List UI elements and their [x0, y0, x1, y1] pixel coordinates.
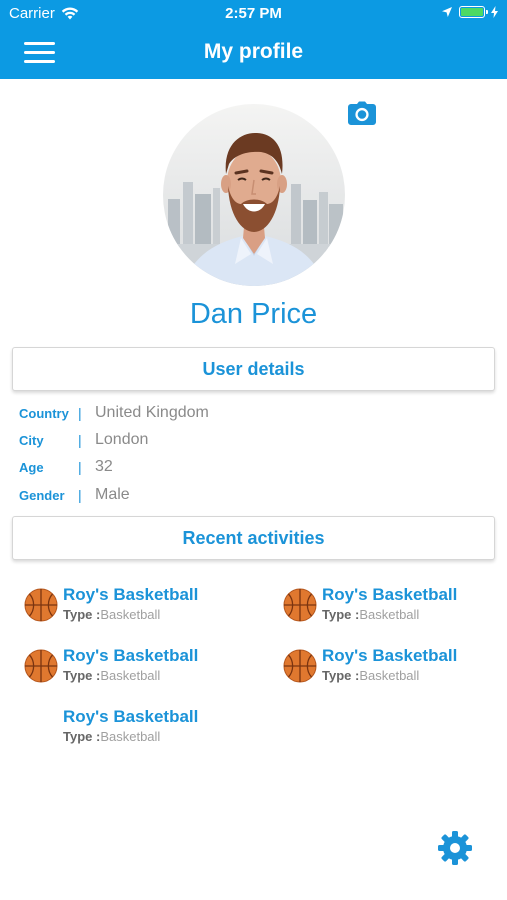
activity-item[interactable]: Roy's Basketball Type :Basketball: [283, 646, 507, 690]
activity-type-value: Basketball: [359, 607, 420, 622]
activity-type-label: Type :: [322, 668, 360, 683]
charging-bolt-icon: [491, 6, 498, 18]
page-title: My profile: [203, 40, 304, 63]
detail-separator: |: [78, 487, 82, 503]
detail-label: Age: [19, 460, 44, 475]
status-time: 2:57 PM: [225, 5, 282, 22]
basketball-icon: [283, 649, 317, 683]
detail-row-city: City | London: [19, 431, 489, 451]
recent-activities-header: Recent activities: [12, 516, 495, 560]
user-name: Dan Price: [189, 298, 318, 330]
status-bar: Carrier 2:57 PM: [0, 0, 507, 28]
activity-type-value: Basketball: [100, 668, 161, 683]
activity-name: Roy's Basketball: [63, 585, 199, 604]
activity-type-value: Basketball: [100, 607, 161, 622]
detail-label: Country: [19, 406, 69, 421]
detail-value: London: [95, 431, 149, 448]
detail-label: City: [19, 433, 44, 448]
camera-icon[interactable]: [348, 101, 376, 125]
basketball-icon: [24, 649, 58, 683]
activity-type: Type :Basketball: [63, 607, 160, 622]
activity-type-label: Type :: [322, 607, 360, 622]
activity-name: Roy's Basketball: [63, 707, 199, 726]
activity-type-label: Type :: [63, 729, 101, 744]
activity-name: Roy's Basketball: [322, 646, 458, 665]
activity-type: Type :Basketball: [322, 668, 419, 683]
battery-icon: [459, 6, 488, 18]
detail-value: Male: [95, 486, 130, 503]
activity-item[interactable]: Roy's Basketball Type :Basketball: [24, 585, 254, 629]
activity-name: Roy's Basketball: [63, 646, 199, 665]
activity-type: Type :Basketball: [63, 668, 160, 683]
gear-icon[interactable]: [437, 830, 473, 866]
detail-value: United Kingdom: [95, 404, 209, 421]
activity-type-value: Basketball: [100, 729, 161, 744]
activity-type-value: Basketball: [359, 668, 420, 683]
basketball-icon: [283, 588, 317, 622]
activity-type: Type :Basketball: [322, 607, 419, 622]
detail-separator: |: [78, 432, 82, 448]
nav-bar: My profile: [0, 28, 507, 79]
detail-row-age: Age | 32: [19, 458, 489, 478]
activity-type-label: Type :: [63, 668, 101, 683]
basketball-icon: [24, 588, 58, 622]
activity-type-label: Type :: [63, 607, 101, 622]
detail-separator: |: [78, 459, 82, 475]
detail-row-gender: Gender | Male: [19, 486, 489, 506]
status-right: [441, 6, 498, 18]
avatar: [163, 104, 345, 286]
activity-item[interactable]: Roy's Basketball Type :Basketball: [24, 646, 254, 690]
activity-name: Roy's Basketball: [322, 585, 458, 604]
detail-label: Gender: [19, 488, 65, 503]
user-details-header: User details: [12, 347, 495, 391]
detail-value: 32: [95, 458, 113, 475]
location-arrow-icon: [442, 7, 452, 17]
activity-type: Type :Basketball: [63, 729, 160, 744]
detail-separator: |: [78, 405, 82, 421]
activity-item[interactable]: Roy's Basketball Type :Basketball: [24, 707, 254, 751]
detail-row-country: Country | United Kingdom: [19, 404, 489, 424]
activity-item[interactable]: Roy's Basketball Type :Basketball: [283, 585, 507, 629]
